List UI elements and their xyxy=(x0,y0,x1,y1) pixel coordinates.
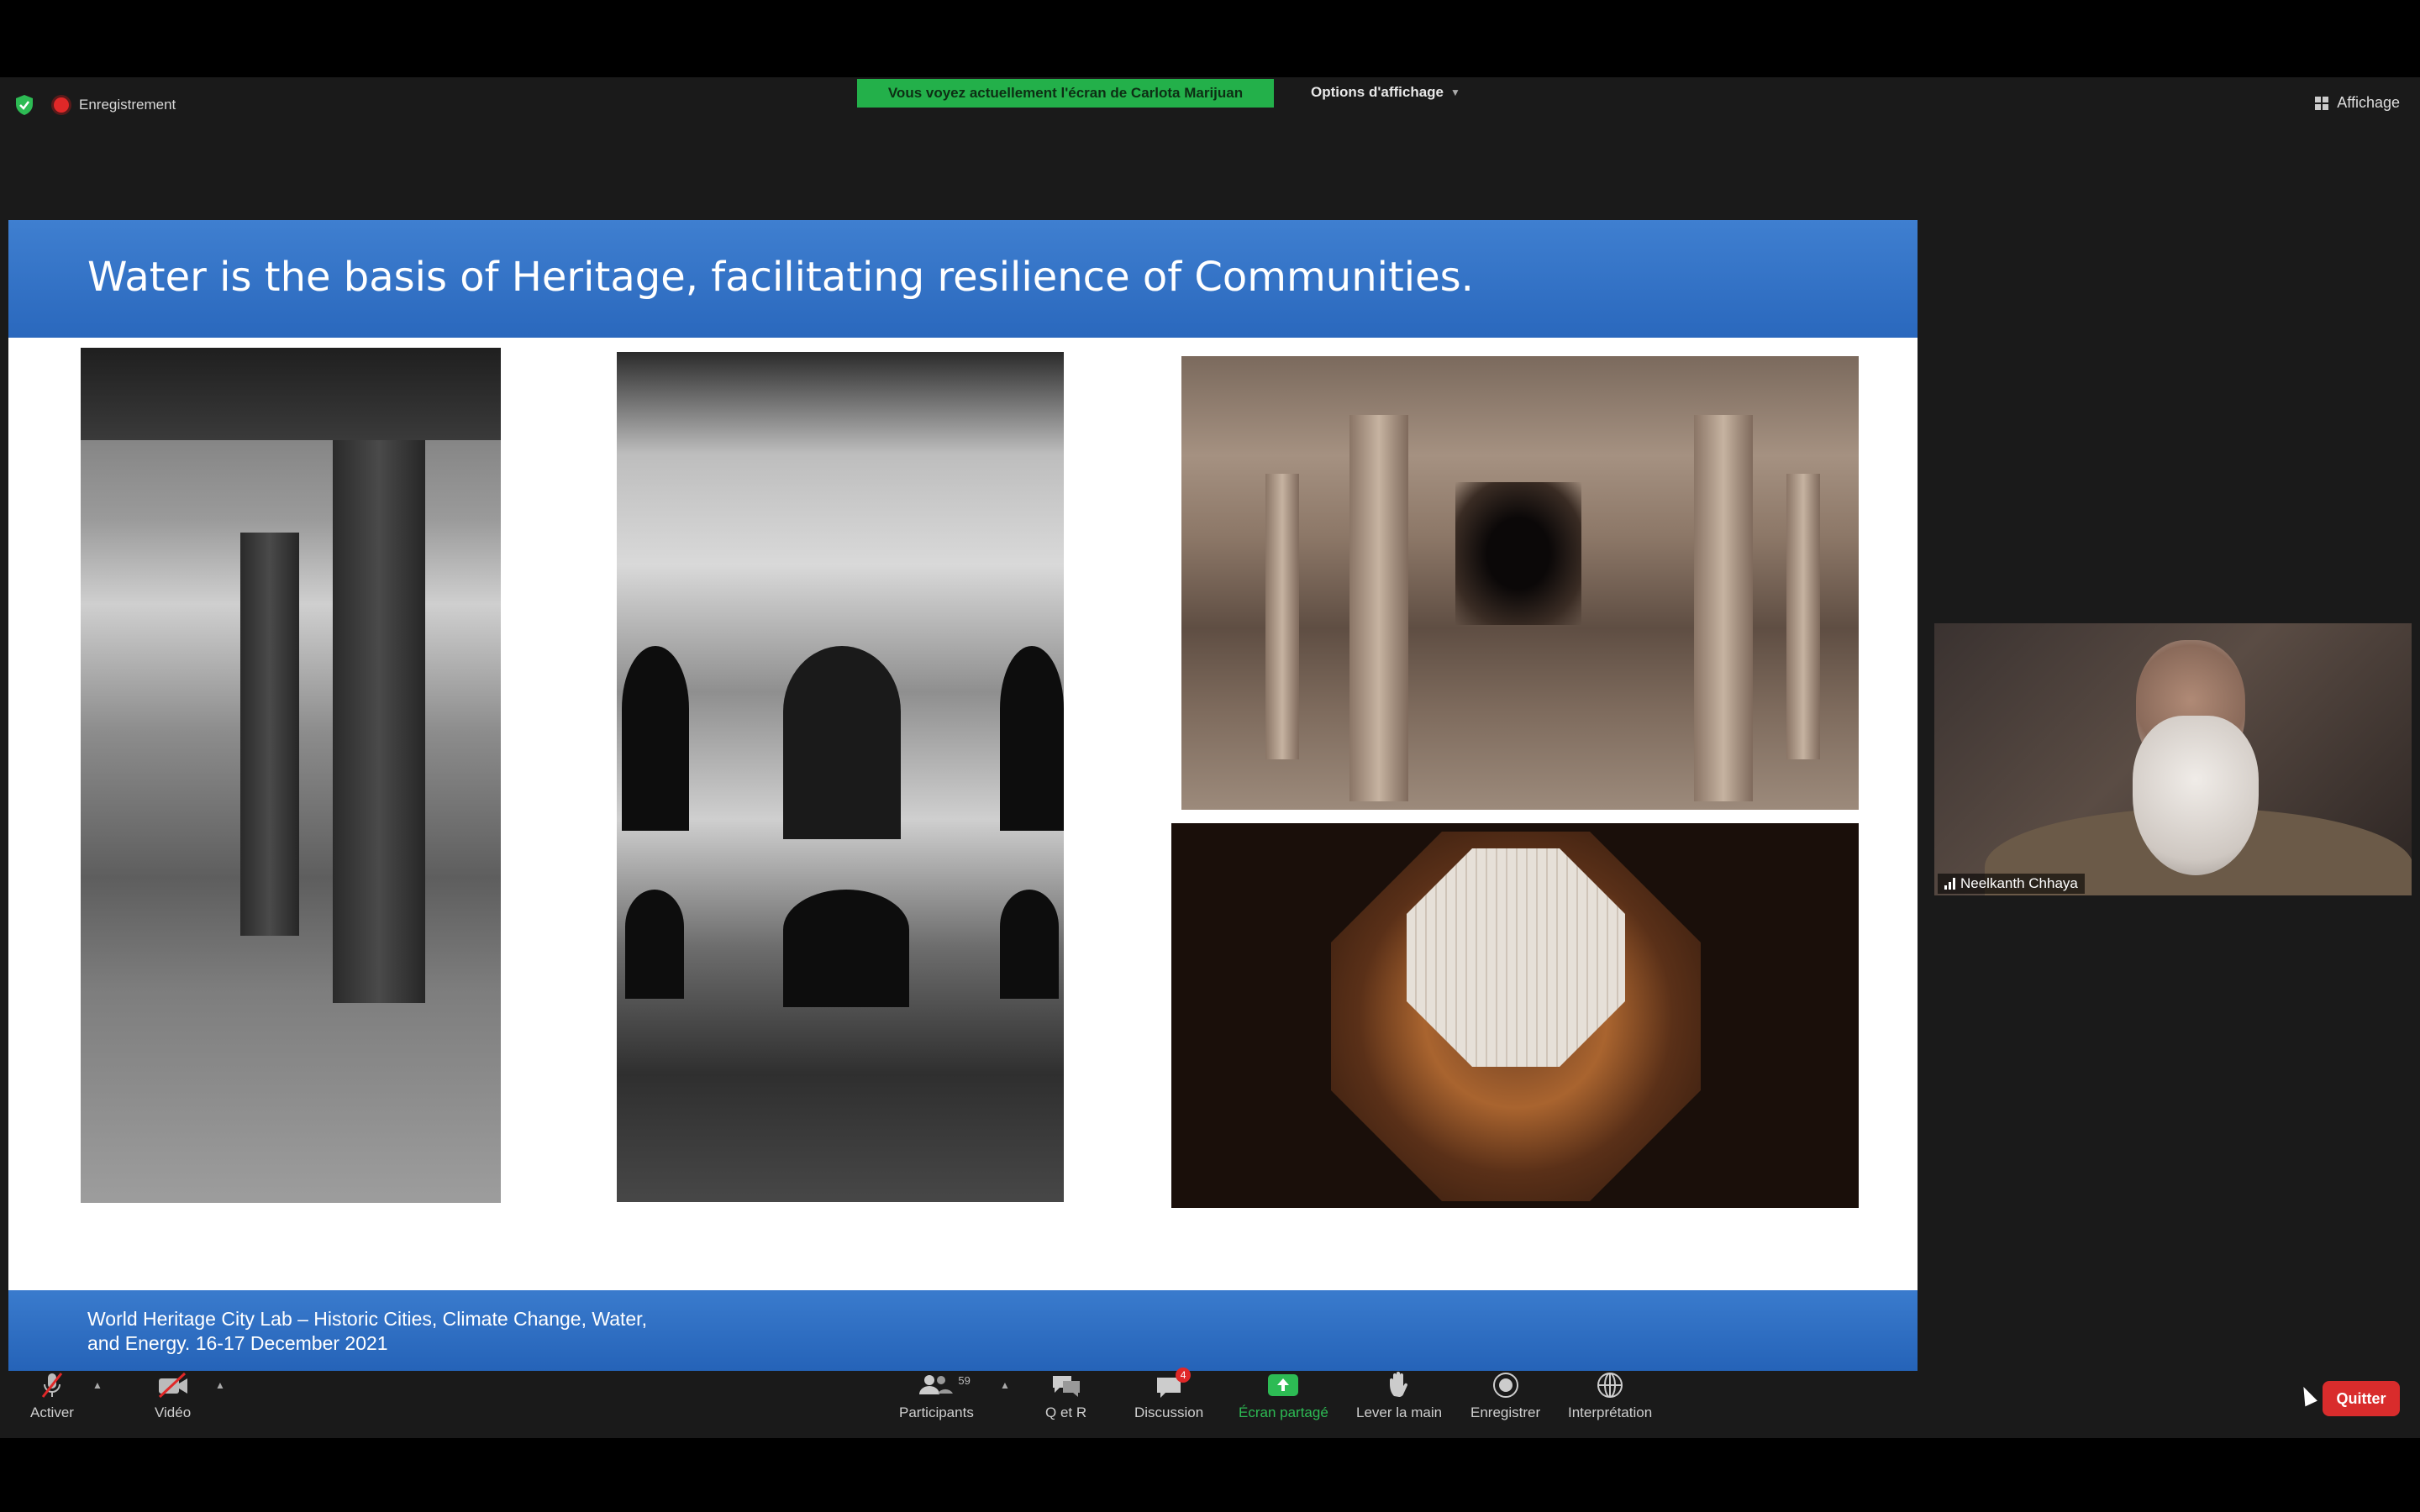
recording-indicator: Enregistrement xyxy=(54,92,176,118)
participant-beard xyxy=(2133,716,2259,875)
chat-badge: 4 xyxy=(1176,1368,1192,1383)
signal-strength-icon xyxy=(1944,878,1955,890)
chat-icon: 4 xyxy=(1154,1368,1192,1399)
stepwell-octagonal-shaft-photo xyxy=(1171,823,1859,1208)
participants-icon: 59 xyxy=(918,1371,971,1399)
meeting-top-bar: Enregistrement Vous voyez actuellement l… xyxy=(0,77,2420,128)
share-screen-label: Écran partagé xyxy=(1239,1404,1328,1420)
qa-bubble-icon xyxy=(1050,1371,1083,1399)
chat-label: Discussion xyxy=(1134,1404,1204,1420)
view-options-button[interactable]: Options d'affichage ▼ xyxy=(1311,84,1460,101)
slide-footer-text: World Heritage City Lab – Historic Citie… xyxy=(87,1308,647,1354)
participant-video-tile[interactable]: Neelkanth Chhaya xyxy=(1934,623,2412,895)
chevron-down-icon: ▼ xyxy=(1450,87,1460,98)
globe-icon xyxy=(1596,1371,1624,1399)
shield-icon[interactable] xyxy=(15,94,34,116)
view-button-label: Affichage xyxy=(2337,94,2400,111)
recording-label: Enregistrement xyxy=(79,97,176,113)
participants-count: 59 xyxy=(958,1374,971,1387)
zoom-meeting-window: Enregistrement Vous voyez actuellement l… xyxy=(0,77,2420,1438)
participants-caret-icon[interactable]: ▲ xyxy=(1000,1379,1010,1391)
share-screen-button[interactable]: Écran partagé xyxy=(1239,1371,1328,1421)
raise-hand-button[interactable]: Lever la main xyxy=(1356,1371,1442,1421)
record-dot-icon xyxy=(54,97,69,113)
view-options-label: Options d'affichage xyxy=(1311,84,1444,100)
unmute-button[interactable]: Activer xyxy=(30,1371,74,1421)
participant-name-tag: Neelkanth Chhaya xyxy=(1938,874,2085,894)
audio-options-caret-icon[interactable]: ▲ xyxy=(92,1379,103,1391)
raise-hand-label: Lever la main xyxy=(1356,1404,1443,1420)
record-icon xyxy=(1491,1371,1520,1399)
screen-share-banner: Vous voyez actuellement l'écran de Carlo… xyxy=(857,79,1274,108)
slide-footer-band: World Heritage City Lab – Historic Citie… xyxy=(8,1290,1918,1371)
stepwell-arches-photo xyxy=(617,352,1064,1202)
share-screen-icon xyxy=(1266,1371,1300,1399)
participant-name: Neelkanth Chhaya xyxy=(1960,875,2078,891)
interpretation-label: Interprétation xyxy=(1568,1404,1653,1420)
record-label: Enregistrer xyxy=(1470,1404,1541,1420)
slide-header-band: Water is the basis of Heritage, facilita… xyxy=(8,220,1918,338)
chat-button[interactable]: 4 Discussion xyxy=(1134,1368,1204,1421)
unmute-label: Activer xyxy=(30,1404,74,1420)
participants-label: Participants xyxy=(899,1404,974,1420)
camera-off-icon xyxy=(156,1371,190,1399)
video-label: Vidéo xyxy=(155,1404,192,1420)
meeting-toolbar: Activer ▲ Vidéo ▲ 59 Participants ▲ Q et… xyxy=(0,1362,2420,1438)
video-options-caret-icon[interactable]: ▲ xyxy=(215,1379,225,1391)
mouse-cursor-icon xyxy=(2297,1383,2317,1407)
microphone-muted-icon xyxy=(39,1371,65,1399)
qa-label: Q et R xyxy=(1045,1404,1087,1420)
grid-view-icon xyxy=(2315,96,2329,110)
record-button[interactable]: Enregistrer xyxy=(1470,1371,1540,1421)
stepwell-corridor-photo xyxy=(1181,356,1859,810)
shared-slide: Water is the basis of Heritage, facilita… xyxy=(8,220,1918,1371)
start-video-button[interactable]: Vidéo xyxy=(155,1371,191,1421)
participants-button[interactable]: 59 Participants xyxy=(899,1371,974,1421)
raise-hand-icon xyxy=(1386,1371,1412,1399)
slide-title: Water is the basis of Heritage, facilita… xyxy=(87,254,1474,301)
stepwell-columns-photo xyxy=(81,348,501,1203)
view-button[interactable]: Affichage xyxy=(2315,94,2400,112)
leave-meeting-button[interactable]: Quitter xyxy=(2323,1381,2400,1416)
interpretation-button[interactable]: Interprétation xyxy=(1568,1371,1652,1421)
qa-button[interactable]: Q et R xyxy=(1045,1371,1086,1421)
